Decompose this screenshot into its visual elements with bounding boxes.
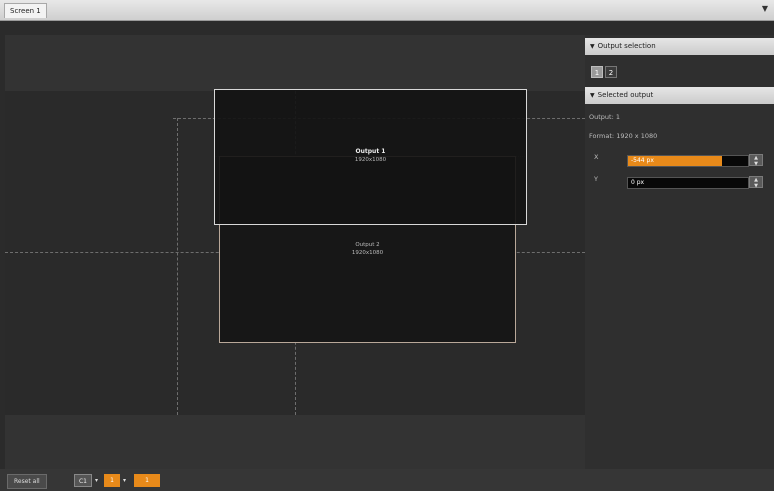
- output-selection-header[interactable]: ▼ Output selection: [585, 38, 774, 55]
- canvas-top-band: [5, 35, 585, 91]
- channel-selector[interactable]: C1: [74, 474, 92, 487]
- format-label: Format:: [589, 132, 615, 140]
- screen-canvas[interactable]: Output 2 1920x1080 Output 1 1920x1080: [5, 35, 585, 469]
- bottom-toolbar: Reset all C1 ▾ 1 ▾ 1: [0, 469, 774, 491]
- properties-panel: ▼ Output selection 1 2 ▼ Selected output O…: [585, 35, 774, 469]
- output-1-frame[interactable]: Output 1 1920x1080: [214, 89, 527, 225]
- output-resolution: 1920x1080: [354, 157, 387, 163]
- x-value: -544 px: [631, 157, 654, 164]
- output-name: Output 1: [355, 148, 386, 155]
- window-titlebar: Screen 1 ▼: [0, 0, 774, 21]
- tab-screen-1[interactable]: Screen 1: [4, 3, 47, 18]
- x-spinner-button[interactable]: ▲ ▼: [749, 154, 763, 167]
- y-label: Y: [594, 175, 598, 183]
- guide-line-vertical: [177, 118, 178, 415]
- output-button-1[interactable]: 1: [591, 66, 603, 78]
- output-resolution: 1920x1080: [351, 250, 384, 256]
- triangle-down-icon[interactable]: ▼: [762, 4, 768, 13]
- section-title: Output selection: [597, 42, 656, 50]
- value-selector-1[interactable]: 1: [104, 474, 120, 487]
- value-selector-2[interactable]: 1: [134, 474, 160, 487]
- reset-all-button[interactable]: Reset all: [7, 474, 47, 489]
- format-value: 1920 x 1080: [616, 132, 658, 140]
- output-2-label: Output 2 1920x1080: [220, 241, 515, 257]
- output-value: 1: [615, 113, 620, 121]
- output-1-label: Output 1 1920x1080: [215, 148, 526, 164]
- x-position-slider[interactable]: -544 px: [627, 155, 749, 167]
- triangle-down-icon: ▼: [590, 92, 595, 99]
- canvas-bottom-band: [5, 415, 585, 469]
- x-label: X: [594, 153, 599, 161]
- chevron-down-icon[interactable]: ▾: [95, 474, 98, 487]
- output-info: Output: 1: [589, 113, 620, 121]
- output-button-2[interactable]: 2: [605, 66, 617, 78]
- format-info: Format: 1920 x 1080: [589, 132, 657, 140]
- triangle-down-icon: ▼: [590, 43, 595, 50]
- output-name: Output 2: [355, 242, 380, 248]
- y-value: 0 px: [631, 179, 645, 186]
- selected-output-header[interactable]: ▼ Selected output: [585, 87, 774, 104]
- y-spinner-button[interactable]: ▲ ▼: [749, 176, 763, 189]
- output-label: Output:: [589, 113, 614, 121]
- chevron-down-icon[interactable]: ▾: [123, 474, 126, 487]
- y-position-slider[interactable]: 0 px: [627, 177, 749, 189]
- section-title: Selected output: [597, 91, 654, 99]
